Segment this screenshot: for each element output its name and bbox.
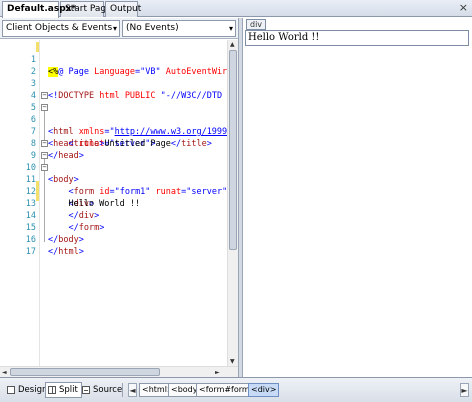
client-objects-dropdown[interactable]: Client Objects & Events ▾ (2, 20, 120, 37)
design-view-pane[interactable]: div Hello World !! (243, 18, 472, 377)
source-view-icon (82, 386, 90, 394)
dropdown-value: Client Objects & Events (6, 23, 113, 33)
tab-label: Output (110, 4, 142, 14)
view-button-label: Source (93, 385, 123, 395)
code-line: 4 (0, 78, 238, 101)
collapse-icon[interactable]: − (41, 140, 48, 147)
tab-output[interactable]: Output (105, 1, 142, 17)
editor-horizontal-scrollbar[interactable]: ◄ ► (0, 366, 238, 377)
view-button-label: Design (18, 385, 48, 395)
scroll-left-icon[interactable]: ◄ (2, 369, 7, 376)
code-line: 11 − <div> (0, 162, 238, 210)
source-editor[interactable]: 1 <%@ Page Language="VB" AutoEventWireup… (0, 40, 238, 366)
chevron-down-icon: ▾ (112, 24, 117, 33)
collapse-icon[interactable]: − (41, 152, 48, 159)
split-view-button[interactable]: Split (45, 382, 82, 398)
element-tag-label: div (246, 19, 267, 30)
code-line: 10 − <form id="form1" runat="server"> (0, 150, 238, 198)
document-tab-strip: Default.aspx* Start Page Output × (0, 0, 472, 18)
code-line: 8 </head> (0, 126, 238, 161)
code-line: 1 <%@ Page Language="VB" AutoEventWireup… (0, 42, 238, 77)
tab-default-aspx[interactable]: Default.aspx* (2, 1, 76, 18)
scrollbar-thumb[interactable] (229, 50, 237, 250)
code-line: 9 − <body> (0, 138, 238, 186)
events-dropdown[interactable]: (No Events) ▾ (122, 20, 236, 37)
scroll-right-icon[interactable]: ► (215, 369, 220, 376)
breadcrumb-div[interactable]: <div> (248, 383, 280, 397)
line-number: 17 (25, 247, 36, 257)
code-line: 17 (0, 234, 238, 257)
tag-nav-next-button[interactable]: ► (460, 383, 469, 397)
code-line: 5 − <html xmlns="http://www.w3.org/1999/… (0, 90, 238, 138)
code-line: 13 </div> (0, 186, 238, 221)
collapse-icon[interactable]: − (41, 104, 48, 111)
code-text: </html> (48, 247, 84, 257)
view-button-label: Split (59, 385, 78, 395)
code-line: 2 (0, 54, 238, 77)
source-view-button[interactable]: Source (79, 382, 126, 398)
code-line: 12 Hello World !! (0, 174, 238, 209)
code-line: 15 </body> (0, 210, 238, 245)
tab-label: Default.aspx* (7, 4, 77, 14)
scroll-down-icon[interactable]: ▼ (230, 358, 235, 365)
code-line: 7 <title>Untitled Page</title> (0, 114, 238, 149)
toolbar-separator (122, 383, 123, 397)
design-div-element[interactable]: Hello World !! (245, 30, 469, 46)
code-line: 16 </html> (0, 222, 238, 257)
tag-nav-previous-button[interactable]: ◄ (128, 383, 137, 397)
design-div-text: Hello World !! (248, 32, 320, 43)
split-view-icon (48, 386, 56, 394)
navigation-dropdown-bar: Client Objects & Events ▾ (No Events) ▾ (0, 18, 238, 39)
editor-vertical-scrollbar[interactable]: ▲ ▼ (227, 40, 238, 366)
code-line: 3 <!DOCTYPE html PUBLIC "-//W3C//DTD XHT… (0, 66, 238, 101)
design-view-icon (7, 386, 15, 394)
view-and-tag-navigator-bar: Design Split Source ◄ <html> <body> <for… (0, 377, 472, 402)
scrollbar-thumb[interactable] (10, 368, 160, 376)
collapse-icon[interactable]: − (41, 164, 48, 171)
dropdown-value: (No Events) (126, 23, 179, 33)
collapse-icon[interactable]: − (41, 92, 48, 99)
code-line: 6 − <head runat="server"> (0, 102, 238, 150)
chevron-down-icon: ▾ (228, 24, 233, 33)
code-line: 14 </form> (0, 198, 238, 233)
scroll-up-icon[interactable]: ▲ (230, 41, 235, 48)
close-icon[interactable]: × (459, 2, 468, 14)
